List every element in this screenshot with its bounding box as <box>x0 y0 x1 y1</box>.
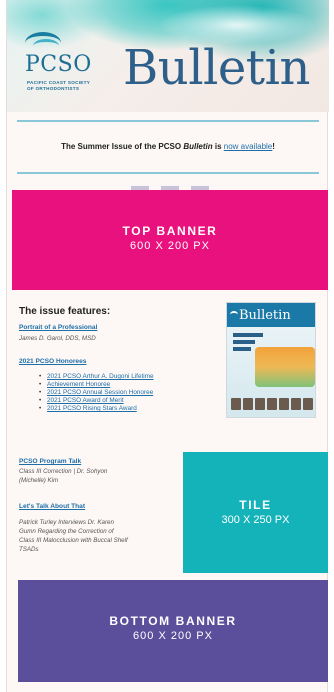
top-banner-size: 600 X 200 PX <box>130 240 210 252</box>
program-talk-link[interactable]: PCSO Program Talk <box>19 458 81 465</box>
cover-illustration <box>255 347 315 387</box>
logo-subtitle-line2: OF ORTHODONTISTS <box>27 86 80 91</box>
logo-subtitle-line1: PACIFIC COAST SOCIETY <box>27 80 91 85</box>
lets-talk-line: Class III Malocclusion with Buccal Shelf <box>19 537 128 544</box>
bottom-banner-size: 600 X 200 PX <box>133 630 213 642</box>
lets-talk-line: TSADs <box>19 546 39 553</box>
divider <box>17 172 319 174</box>
lets-talk-line: Gumn Regarding the Correction of <box>19 528 114 535</box>
honoree-item[interactable]: Achievement Honoree <box>39 381 221 389</box>
logo-text: PCSO <box>25 52 92 77</box>
cover-title: Bulletin <box>239 308 291 323</box>
announcement: The Summer Issue of the PCSO Bulletin is… <box>61 142 275 151</box>
divider <box>17 120 319 122</box>
honorees-list: 2021 PCSO Arthur A. Dugoni Lifetime Achi… <box>39 373 221 413</box>
now-available-link[interactable]: now available <box>224 142 272 151</box>
lets-talk-line: Patrick Turley Interviews Dr. Karen <box>19 519 114 526</box>
portrait-byline: James D. Garol, DDS, MSD <box>19 335 96 342</box>
top-banner-ad[interactable]: TOP BANNER 600 X 200 PX <box>12 190 328 290</box>
honoree-item[interactable]: 2021 PCSO Award of Merit <box>39 397 221 405</box>
tile-label: TILE <box>239 498 272 512</box>
honoree-item[interactable]: 2021 PCSO Annual Session Honoree <box>39 389 221 397</box>
program-talk-line2: (Michelle) Kim <box>19 477 59 484</box>
lets-talk-link[interactable]: Let's Talk About That <box>19 503 85 510</box>
top-banner-label: TOP BANNER <box>122 224 218 238</box>
honoree-item[interactable]: 2021 PCSO Arthur A. Dugoni Lifetime <box>39 373 221 381</box>
honoree-item[interactable]: 2021 PCSO Rising Stars Award <box>39 405 221 413</box>
pcso-logo[interactable]: PCSO PACIFIC COAST SOCIETY OF ORTHODONTI… <box>23 30 117 96</box>
bottom-banner-ad[interactable]: BOTTOM BANNER 600 X 200 PX <box>18 580 328 682</box>
cover-logo-icon <box>230 311 238 318</box>
portrait-link[interactable]: Portrait of a Professional <box>19 324 97 331</box>
cover-honoree-photos <box>231 398 313 410</box>
newsletter-header: PCSO PACIFIC COAST SOCIETY OF ORTHODONTI… <box>7 0 329 112</box>
tile-size: 300 X 250 PX <box>221 514 290 526</box>
bulletin-title: Bulletin <box>123 40 310 96</box>
bottom-banner-label: BOTTOM BANNER <box>109 614 237 628</box>
tile-ad[interactable]: TILE 300 X 250 PX <box>183 452 328 573</box>
honorees-link[interactable]: 2021 PCSO Honorees <box>19 358 86 365</box>
features-heading: The issue features: <box>19 306 111 317</box>
program-talk-line1: Class III Correction | Dr. Sohyon <box>19 468 108 475</box>
magazine-cover-image[interactable]: Bulletin <box>226 302 316 418</box>
